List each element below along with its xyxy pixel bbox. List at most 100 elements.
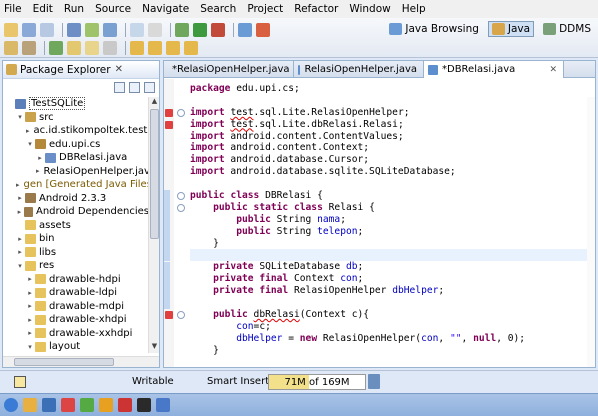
code-line[interactable]: import test.sql.Lite.RelasiOpenHelper; (190, 107, 590, 119)
menu-item-help[interactable]: Help (402, 3, 426, 15)
app-icon[interactable] (99, 398, 113, 412)
expand-arrow-icon[interactable]: ▸ (26, 329, 34, 337)
tree-item[interactable]: ▸ DBRelasi.java (3, 151, 149, 165)
code-line[interactable]: private final Context con; (190, 273, 590, 285)
run-icon[interactable] (193, 23, 207, 37)
tree-item[interactable]: ▾ src (3, 111, 149, 125)
code-line[interactable]: con=c; (190, 321, 590, 333)
perspective-java-browsing[interactable]: Java Browsing (386, 22, 482, 36)
scrollbar-thumb[interactable] (150, 109, 159, 239)
new-icon[interactable] (4, 23, 18, 37)
debug-icon[interactable] (175, 23, 189, 37)
perspective-java[interactable]: Java (487, 21, 535, 37)
media-app-icon[interactable] (61, 398, 75, 412)
code-line[interactable]: dbHelper = new RelasiOpenHelper(con, "",… (190, 333, 590, 345)
menu-item-window[interactable]: Window (349, 3, 390, 15)
expand-arrow-icon[interactable]: ▸ (16, 208, 23, 216)
package-explorer-vertical-scrollbar[interactable]: ▲ ▼ (148, 97, 159, 353)
menu-item-source[interactable]: Source (95, 3, 131, 15)
start-icon[interactable] (4, 398, 18, 412)
toggle-mark-occurrences-icon[interactable] (67, 41, 81, 55)
fold-toggle-icon[interactable] (177, 108, 185, 117)
code-line[interactable]: import android.content.ContentValues; (190, 131, 590, 143)
package-explorer-horizontal-scrollbar[interactable] (3, 356, 159, 367)
scrollbar-thumb[interactable] (14, 358, 114, 366)
tree-item[interactable]: ▸ drawable-mdpi (3, 300, 149, 314)
open-type-icon[interactable] (4, 41, 18, 55)
new-java-project-icon[interactable] (238, 23, 252, 37)
expand-arrow-icon[interactable]: ▸ (36, 167, 40, 175)
tree-item[interactable]: ▾ layout (3, 340, 149, 354)
code-line[interactable] (190, 178, 590, 190)
collapse-arrow-icon[interactable]: ▾ (26, 343, 34, 351)
expand-arrow-icon[interactable]: ▸ (16, 248, 24, 256)
code-line[interactable] (190, 356, 590, 367)
fold-toggle-icon[interactable] (177, 204, 185, 212)
link-with-editor-icon[interactable] (129, 81, 140, 93)
code-line[interactable]: public String telepon; (190, 226, 590, 238)
menu-item-navigate[interactable]: Navigate (142, 3, 189, 15)
android-sdk-icon[interactable] (85, 23, 99, 37)
scroll-down-icon[interactable]: ▼ (149, 342, 159, 353)
tree-item[interactable]: ▸ bin (3, 232, 149, 246)
close-icon[interactable]: ✕ (115, 64, 123, 75)
tree-item[interactable]: ▸ ac.id.stikompoltek.testsq (3, 124, 159, 138)
tree-item[interactable]: ▸ drawable-xxhdpi (3, 327, 149, 341)
tree-item[interactable]: ▸ drawable-hdpi (3, 273, 149, 287)
code-line[interactable]: import android.database.Cursor; (190, 154, 590, 166)
expand-arrow-icon[interactable]: ▸ (26, 275, 34, 283)
code-line[interactable]: package edu.upi.cs; (190, 83, 590, 95)
avd-manager-icon[interactable] (103, 23, 117, 37)
editor-tab[interactable]: RelasiOpenHelper.java (294, 61, 424, 78)
console-icon[interactable] (148, 23, 162, 37)
app-icon[interactable] (137, 398, 151, 412)
save-icon[interactable] (22, 23, 36, 37)
code-line[interactable]: private SQLiteDatabase db; (190, 261, 590, 273)
scroll-up-icon[interactable]: ▲ (149, 97, 159, 108)
menu-item-project[interactable]: Project (247, 3, 283, 15)
tree-item[interactable]: ▸ Android 2.3.3 (3, 192, 149, 206)
search-icon[interactable] (22, 41, 36, 55)
expand-arrow-icon[interactable]: ▸ (36, 154, 44, 162)
forward-icon[interactable] (184, 41, 198, 55)
previous-edit-icon[interactable] (148, 41, 162, 55)
expand-arrow-icon[interactable]: ▸ (16, 235, 24, 243)
code-line[interactable]: import android.content.Context; (190, 142, 590, 154)
tree-item[interactable]: ▸ drawable-ldpi (3, 286, 149, 300)
collapse-arrow-icon[interactable]: ▾ (16, 262, 24, 270)
print-icon[interactable] (67, 23, 81, 37)
menu-item-file[interactable]: File (4, 3, 22, 15)
toggle-block-selection-icon[interactable] (85, 41, 99, 55)
code-line[interactable]: public String nama; (190, 214, 590, 226)
code-line[interactable] (190, 297, 590, 309)
code-line[interactable]: private final RelasiOpenHelper dbHelper; (190, 285, 590, 297)
app-icon[interactable] (156, 398, 170, 412)
save-all-icon[interactable] (40, 23, 54, 37)
code-line[interactable]: public dbRelasi(Context c){ (190, 309, 590, 321)
show-whitespace-icon[interactable] (103, 41, 117, 55)
tree-item[interactable]: ▸ drawable-xhdpi (3, 313, 149, 327)
collapse-all-icon[interactable] (114, 81, 125, 93)
new-package-icon[interactable] (256, 23, 270, 37)
editor-overview-ruler[interactable] (587, 97, 595, 367)
back-icon[interactable] (166, 41, 180, 55)
editor-tab[interactable]: *RelasiOpenHelper.java (164, 61, 294, 78)
menu-item-run[interactable]: Run (64, 3, 84, 15)
menu-item-search[interactable]: Search (200, 3, 236, 15)
code-line[interactable] (190, 95, 590, 107)
tree-item[interactable]: TestSQLite (3, 97, 149, 111)
expand-arrow-icon[interactable]: ▸ (26, 316, 34, 324)
tree-item[interactable]: ▸ gen [Generated Java Files] (3, 178, 156, 192)
browser-app-icon[interactable] (42, 398, 56, 412)
tree-item[interactable]: ▸ libs (3, 246, 149, 260)
error-marker-icon[interactable] (165, 311, 173, 320)
task-icon[interactable] (130, 23, 144, 37)
view-menu-icon[interactable] (144, 81, 155, 93)
menu-item-edit[interactable]: Edit (33, 3, 53, 15)
next-edit-icon[interactable] (130, 41, 144, 55)
code-line[interactable]: } (190, 238, 590, 250)
tree-item[interactable]: ▸ RelasiOpenHelper.jav (3, 165, 150, 179)
code-line[interactable]: import android.database.sqlite.SQLiteDat… (190, 166, 590, 178)
fast-view-icon[interactable] (14, 376, 26, 388)
garbage-collect-icon[interactable] (368, 374, 380, 389)
